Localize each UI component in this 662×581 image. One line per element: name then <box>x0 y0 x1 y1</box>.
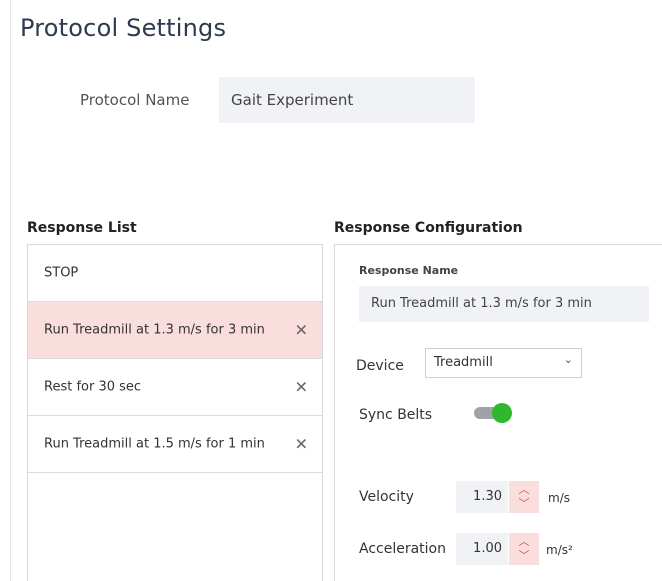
acceleration-input[interactable]: 1.00 <box>456 533 508 565</box>
list-item-label: Run Treadmill at 1.3 m/s for 3 min <box>44 322 265 338</box>
sync-belts-label: Sync Belts <box>359 407 433 423</box>
chevron-down-icon: ⌄ <box>563 353 573 366</box>
response-name-input[interactable]: Run Treadmill at 1.3 m/s for 3 min <box>359 286 649 322</box>
acceleration-unit: m/s² <box>546 543 573 557</box>
velocity-label: Velocity <box>359 489 414 505</box>
velocity-stepper[interactable]: ︿ ﹀ <box>509 481 539 513</box>
remove-icon[interactable]: ✕ <box>295 321 308 340</box>
list-item-run-treadmill-1-3[interactable]: Run Treadmill at 1.3 m/s for 3 min ✕ <box>28 302 322 359</box>
device-select-value: Treadmill <box>434 355 493 370</box>
list-item-label: Run Treadmill at 1.5 m/s for 1 min <box>44 436 265 452</box>
list-item-rest-30-sec[interactable]: Rest for 30 sec ✕ <box>28 359 322 416</box>
acceleration-stepper[interactable]: ︿ ﹀ <box>509 533 539 565</box>
chevron-up-icon[interactable]: ︿ <box>509 483 539 497</box>
protocol-name-input[interactable]: Gait Experiment <box>219 77 475 123</box>
chevron-down-icon[interactable]: ﹀ <box>509 497 539 511</box>
chevron-down-icon[interactable]: ﹀ <box>509 549 539 563</box>
velocity-unit: m/s <box>548 491 570 505</box>
remove-icon[interactable]: ✕ <box>295 435 308 454</box>
response-name-label: Response Name <box>359 264 459 277</box>
toggle-knob <box>492 403 512 423</box>
list-item-stop[interactable]: STOP <box>28 245 322 302</box>
device-select[interactable]: Treadmill ⌄ <box>425 348 582 378</box>
device-label: Device <box>356 358 404 374</box>
response-list: STOP Run Treadmill at 1.3 m/s for 3 min … <box>27 244 323 581</box>
page-title: Protocol Settings <box>20 14 227 42</box>
protocol-name-label: Protocol Name <box>80 91 190 109</box>
chevron-up-icon[interactable]: ︿ <box>509 535 539 549</box>
list-item-label: Rest for 30 sec <box>44 379 142 395</box>
response-configuration-title: Response Configuration <box>334 220 523 236</box>
sync-belts-toggle[interactable] <box>472 403 512 423</box>
acceleration-label: Acceleration <box>359 541 446 557</box>
list-item-label: STOP <box>44 265 79 281</box>
list-item-run-treadmill-1-5[interactable]: Run Treadmill at 1.5 m/s for 1 min ✕ <box>28 416 322 473</box>
response-list-title: Response List <box>27 220 137 236</box>
velocity-input[interactable]: 1.30 <box>456 481 508 513</box>
remove-icon[interactable]: ✕ <box>295 378 308 397</box>
